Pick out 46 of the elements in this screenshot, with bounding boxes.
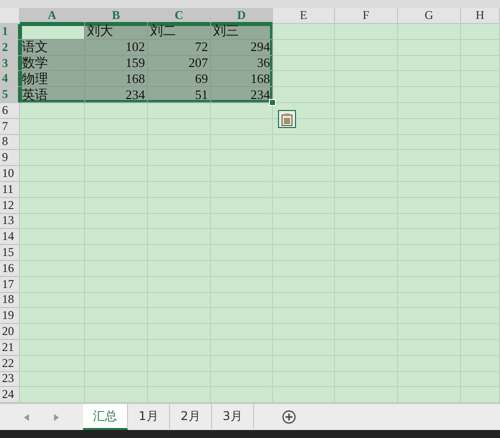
table-cell: 294: [211, 40, 273, 56]
row-header[interactable]: 19: [0, 308, 20, 324]
row-header[interactable]: 22: [0, 356, 20, 372]
paste-options-button[interactable]: [278, 110, 296, 128]
table-cell: 159: [85, 56, 148, 72]
table-cell: 刘大: [85, 24, 148, 40]
table-cell: 234: [211, 87, 273, 103]
table-cell: 102: [85, 40, 148, 56]
column-header[interactable]: E: [273, 8, 335, 24]
table-cell: 英语: [20, 87, 85, 103]
row-header[interactable]: 6: [0, 102, 20, 119]
row-header[interactable]: 8: [0, 134, 20, 150]
row-header[interactable]: 20: [0, 324, 20, 340]
table-cell: 数学: [20, 56, 85, 72]
table-cell: 刘三: [211, 24, 273, 40]
row-header[interactable]: 24: [0, 387, 20, 403]
table-cell: 234: [85, 87, 148, 103]
row-header[interactable]: 14: [0, 229, 20, 246]
table-cell: 语文: [20, 40, 85, 56]
table-cell: 69: [148, 71, 211, 88]
table-cell: 51: [148, 87, 211, 103]
fill-handle[interactable]: [269, 99, 276, 106]
sheet-tab[interactable]: 汇总: [83, 404, 128, 430]
row-header[interactable]: 16: [0, 260, 20, 277]
row-header[interactable]: 7: [0, 118, 20, 135]
table-cell: 207: [148, 56, 211, 72]
column-header[interactable]: H: [461, 8, 500, 24]
row-header[interactable]: 18: [0, 292, 20, 308]
table-cell: 刘二: [148, 24, 211, 40]
row-header[interactable]: 15: [0, 245, 20, 261]
column-header[interactable]: F: [335, 8, 398, 24]
clipboard-icon: [281, 112, 293, 126]
row-header[interactable]: 9: [0, 150, 20, 166]
table-cell: 168: [211, 71, 273, 88]
table-cell: 168: [85, 71, 148, 88]
column-header[interactable]: G: [398, 8, 461, 24]
row-header[interactable]: 13: [0, 214, 20, 230]
row-header[interactable]: 12: [0, 198, 20, 214]
row-header[interactable]: 21: [0, 340, 20, 356]
row-header[interactable]: 23: [0, 372, 20, 388]
table-cell: 物理: [20, 71, 85, 88]
row-header[interactable]: 17: [0, 276, 20, 293]
row-header[interactable]: 11: [0, 182, 20, 198]
row-header[interactable]: 10: [0, 166, 20, 182]
table-cell: 36: [211, 56, 273, 72]
table-cell: 72: [148, 40, 211, 56]
